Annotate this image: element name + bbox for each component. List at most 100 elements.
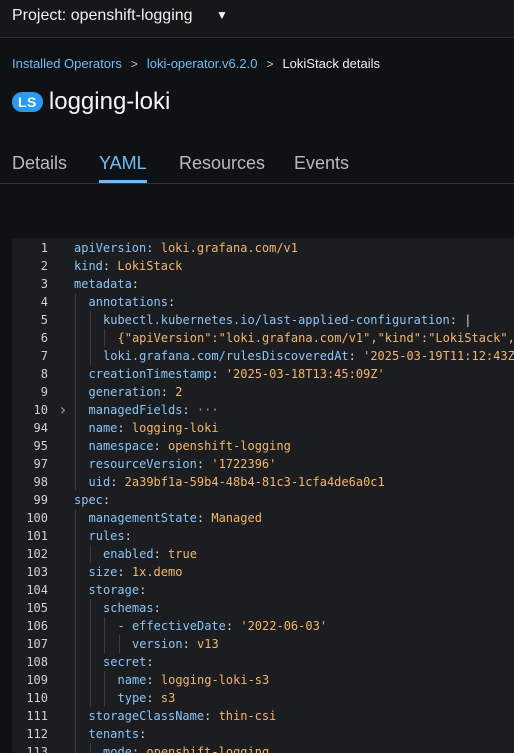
yaml-line[interactable]: 1 apiVersion: loki.grafana.com/v1 (12, 239, 514, 257)
yaml-line[interactable]: 106 - effectiveDate: '2022-06-03' (12, 617, 514, 635)
tab-details[interactable]: Details (12, 153, 67, 174)
resource-badge: LS (12, 92, 43, 112)
yaml-line[interactable]: 4 annotations: (12, 293, 514, 311)
indent-guide (75, 293, 76, 311)
line-number: 94 (33, 421, 48, 435)
yaml-line[interactable]: 2 kind: LokiStack (12, 257, 514, 275)
tab-resources[interactable]: Resources (179, 153, 265, 174)
indent-guide (104, 689, 105, 707)
yaml-line[interactable]: 104 storage: (12, 581, 514, 599)
yaml-line[interactable]: 95 namespace: openshift-logging (12, 437, 514, 455)
yaml-code: {"apiVersion":"loki.grafana.com/v1","kin… (117, 331, 514, 345)
line-number: 99 (33, 493, 48, 507)
yaml-line[interactable]: 6 {"apiVersion":"loki.grafana.com/v1","ki… (12, 329, 514, 347)
yaml-code: kind: LokiStack (74, 259, 183, 273)
yaml-line[interactable]: 101 rules: (12, 527, 514, 545)
tab-yaml[interactable]: YAML (99, 153, 147, 174)
tab-bar: Details YAML Resources Events (0, 140, 514, 184)
indent-guide (75, 437, 76, 455)
indent-guide (75, 419, 76, 437)
indent-guide (75, 635, 76, 653)
yaml-code: kubectl.kubernetes.io/last-applied-confi… (103, 313, 472, 327)
indent-guide (75, 401, 76, 419)
yaml-code: resourceVersion: '1722396' (88, 457, 277, 471)
line-number: 110 (26, 691, 48, 705)
yaml-line[interactable]: 9 generation: 2 (12, 383, 514, 401)
yaml-line[interactable]: 97 resourceVersion: '1722396' (12, 455, 514, 473)
indent-guide (89, 545, 91, 563)
page-title: logging-loki (48, 88, 171, 115)
yaml-line[interactable]: 103 size: 1x.demo (12, 563, 514, 581)
line-number: 3 (40, 277, 48, 291)
yaml-line[interactable]: 8 creationTimestamp: '2025-03-18T13:45:09… (12, 365, 514, 383)
indent-guide (89, 671, 91, 689)
breadcrumb-installed-operators[interactable]: Installed Operators (12, 56, 122, 71)
yaml-line[interactable]: 107 version: v13 (12, 635, 514, 653)
yaml-code: - effectiveDate: '2022-06-03' (117, 619, 328, 633)
indent-guide (75, 545, 76, 563)
yaml-line[interactable]: 113 mode: openshift-logging (12, 743, 514, 753)
line-number: 113 (26, 745, 48, 753)
line-number: 9 (40, 385, 48, 399)
line-number: 104 (26, 583, 48, 597)
yaml-line[interactable]: 3 metadata: (12, 275, 514, 293)
yaml-line[interactable]: 110 type: s3 (12, 689, 514, 707)
yaml-code: tenants: (88, 727, 147, 741)
indent-guide (89, 599, 91, 617)
line-number: 4 (40, 295, 48, 309)
yaml-line[interactable]: 7 loki.grafana.com/rulesDiscoveredAt: '20… (12, 347, 514, 365)
yaml-line[interactable]: 99 spec: (12, 491, 514, 509)
fold-chevron-icon[interactable]: › (58, 401, 68, 419)
indent-guide (75, 473, 76, 491)
yaml-line[interactable]: 10 › managedFields: ··· (12, 401, 514, 419)
yaml-code: annotations: (88, 295, 176, 309)
yaml-line[interactable]: 98 uid: 2a39bf1a-59b4-48b4-81c3-1cfa4de6a… (12, 473, 514, 491)
caret-down-icon[interactable]: ▼ (216, 8, 228, 22)
yaml-line[interactable]: 109 name: logging-loki-s3 (12, 671, 514, 689)
yaml-code: mode: openshift-logging (103, 745, 270, 753)
breadcrumb-operator[interactable]: loki-operator.v6.2.0 (147, 56, 258, 71)
page-heading: LS logging-loki (12, 87, 170, 117)
yaml-code: managementState: Managed (88, 511, 262, 525)
project-bar: Project: openshift-logging ▼ (0, 0, 514, 38)
yaml-line[interactable]: 5 kubectl.kubernetes.io/last-applied-conf… (12, 311, 514, 329)
line-number: 107 (26, 637, 48, 651)
yaml-editor[interactable]: 1 apiVersion: loki.grafana.com/v1 2 kind: L… (12, 238, 514, 753)
yaml-code: name: logging-loki-s3 (117, 673, 270, 687)
line-number: 102 (26, 547, 48, 561)
indent-guide (75, 743, 76, 753)
line-number: 106 (26, 619, 48, 633)
yaml-code: creationTimestamp: '2025-03-18T13:45:09Z… (88, 367, 385, 381)
line-number: 98 (33, 475, 48, 489)
indent-guide (75, 527, 76, 545)
indent-guide (75, 617, 76, 635)
yaml-code: secret: (103, 655, 154, 669)
breadcrumb: Installed Operators > loki-operator.v6.2.0… (12, 56, 380, 71)
indent-guide (104, 617, 105, 635)
line-number: 109 (26, 673, 48, 687)
yaml-code: managedFields: ··· (88, 403, 219, 417)
indent-guide (75, 671, 76, 689)
yaml-line[interactable]: 105 schemas: (12, 599, 514, 617)
indent-guide (104, 329, 105, 347)
indent-guide (89, 617, 91, 635)
yaml-line[interactable]: 111 storageClassName: thin-csi (12, 707, 514, 725)
yaml-line[interactable]: 108 secret: (12, 653, 514, 671)
yaml-line[interactable]: 102 enabled: true (12, 545, 514, 563)
line-number: 10 (33, 403, 48, 417)
yaml-line[interactable]: 100 managementState: Managed (12, 509, 514, 527)
yaml-code: loki.grafana.com/rulesDiscoveredAt: '202… (103, 349, 514, 363)
line-number: 95 (33, 439, 48, 453)
yaml-line[interactable]: 112 tenants: (12, 725, 514, 743)
project-selector[interactable]: Project: openshift-logging (12, 7, 193, 25)
tab-events[interactable]: Events (294, 153, 349, 174)
yaml-code: version: v13 (132, 637, 219, 651)
indent-guide (75, 599, 76, 617)
indent-guide (75, 383, 76, 401)
yaml-line[interactable]: 94 name: logging-loki (12, 419, 514, 437)
yaml-code: spec: (74, 493, 111, 507)
indent-guide (75, 725, 76, 743)
yaml-code: schemas: (103, 601, 161, 615)
indent-guide (118, 635, 120, 653)
yaml-code: generation: 2 (88, 385, 183, 399)
